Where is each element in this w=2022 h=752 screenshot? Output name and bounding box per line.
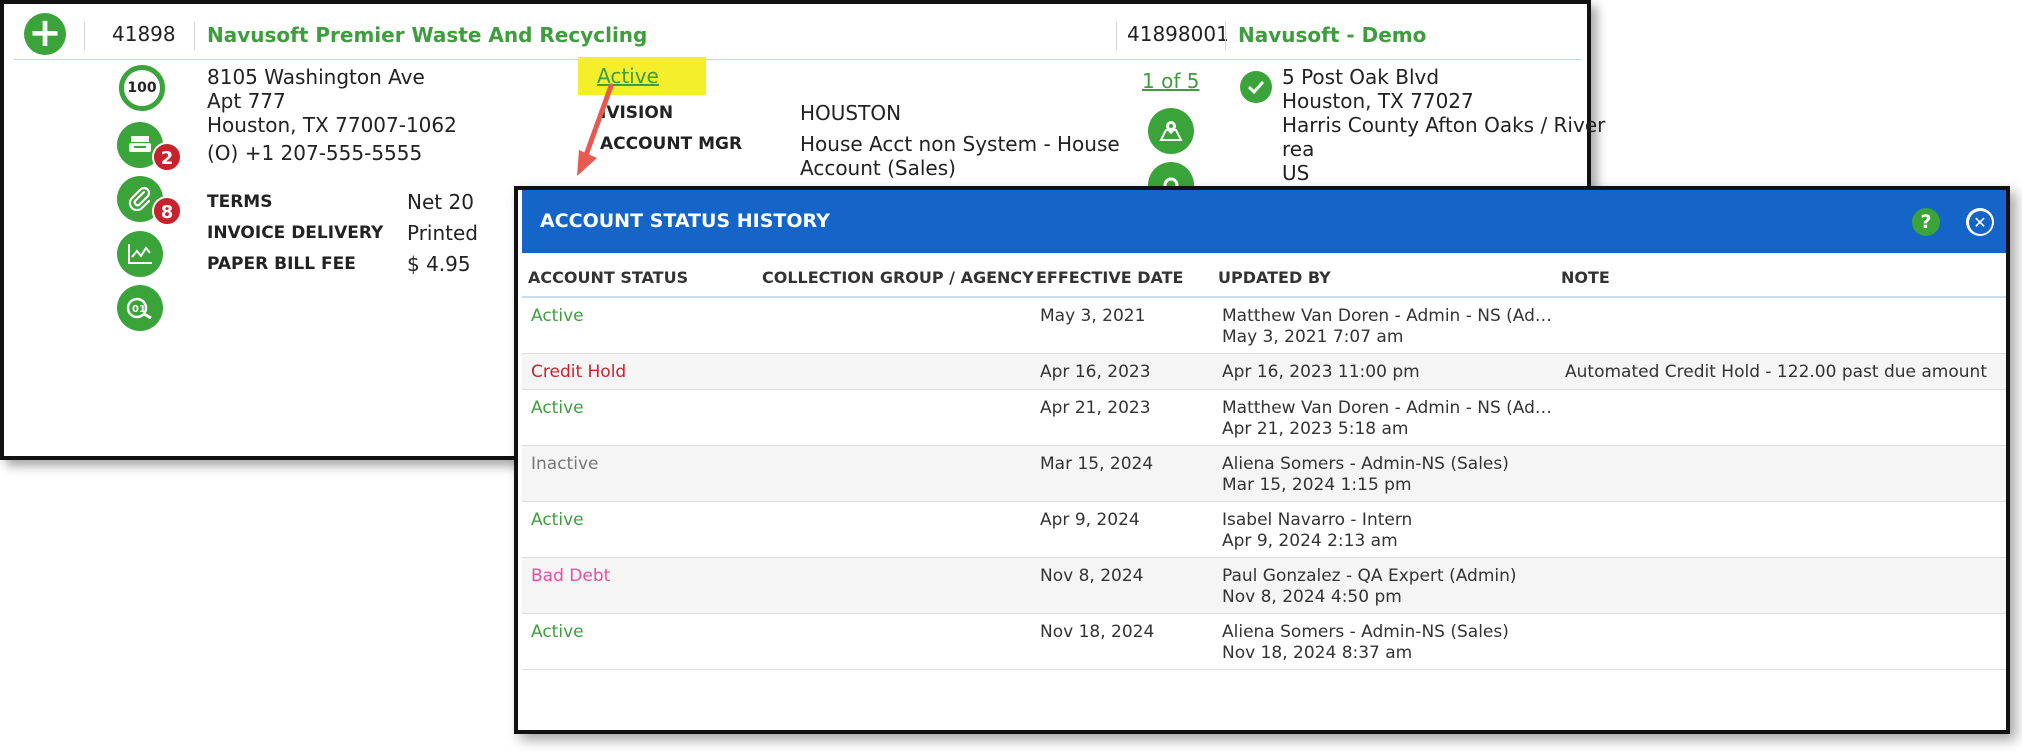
updated-at-cell: Apr 21, 2023 5:18 am [1222,419,1409,439]
check-glyph [1247,80,1265,95]
table-row[interactable]: Active May 3, 2021 Matthew Van Doren - A… [522,298,2006,354]
search-glyph: 01 [126,297,152,320]
account-mgr-label: ACCOUNT MGR [600,134,743,154]
division-value: HOUSTON [800,101,902,125]
column-header-note[interactable]: NOTE [1561,268,1610,287]
header-divider [14,59,1581,60]
table-row[interactable]: Inactive Mar 15, 2024 Aliena Somers - Ad… [522,446,2006,502]
updated-by-cell: Isabel Navarro - Intern [1222,510,1413,530]
dialog-title: ACCOUNT STATUS HISTORY [540,210,830,232]
date-cell: Apr 9, 2024 [1040,510,1140,530]
updated-by-cell: Aliena Somers - Admin-NS (Sales) [1222,454,1509,474]
site-address-line3: Harris County Afton Oaks / River [1282,113,1606,137]
date-cell: May 3, 2021 [1040,306,1146,326]
updated-at-cell: Mar 15, 2024 1:15 pm [1222,475,1412,495]
invoice-delivery-label: INVOICE DELIVERY [207,223,384,243]
map-glyph [1159,121,1183,141]
site-address-line5: US [1282,161,1310,185]
annotation-arrow-icon [577,83,614,176]
table-row[interactable]: Bad Debt Nov 8, 2024 Paul Gonzalez - QA … [522,558,2006,614]
column-header-effective-date[interactable]: EFFECTIVE DATE [1036,268,1183,287]
account-id: 41898 [112,22,176,46]
updated-at-cell: Nov 18, 2024 8:37 am [1222,643,1413,663]
updated-at-cell: May 3, 2021 7:07 am [1222,327,1404,347]
divider [1225,22,1226,50]
dialog-title-bar: ACCOUNT STATUS HISTORY ? ✕ [522,190,2006,253]
table-row[interactable]: Active Apr 9, 2024 Isabel Navarro - Inte… [522,502,2006,558]
divider [84,22,85,50]
address-line1: 8105 Washington Ave [207,65,425,89]
billing-count-badge: 2 [152,142,182,172]
status-cell: Inactive [531,454,599,474]
column-header-updated-by[interactable]: UPDATED BY [1218,268,1331,287]
address-line3: Houston, TX 77007-1062 [207,113,457,137]
attachments-count-badge: 8 [152,196,182,226]
status-cell: Active [531,622,584,642]
map-pin-icon[interactable] [1148,108,1194,154]
paper-bill-fee-value: $ 4.95 [407,252,471,276]
svg-text:01: 01 [132,304,146,315]
close-icon[interactable]: ✕ [1968,210,1992,234]
paper-bill-fee-label: PAPER BILL FEE [207,254,356,274]
terms-value: Net 20 [407,190,474,214]
phone[interactable]: (O) +1 207-555-5555 [207,141,422,165]
status-cell: Active [531,306,584,326]
column-header-status[interactable]: ACCOUNT STATUS [528,268,688,287]
date-cell: Apr 16, 2023 [1040,362,1151,382]
status-cell: Active [531,398,584,418]
date-cell: Mar 15, 2024 [1040,454,1154,474]
status-cell: Bad Debt [531,566,611,586]
chart-icon[interactable] [117,231,163,277]
help-icon[interactable]: ? [1912,208,1940,236]
account-name[interactable]: Navusoft Premier Waste And Recycling [207,23,647,47]
column-header-collection-group[interactable]: COLLECTION GROUP / AGENCY [762,268,1034,287]
table-row[interactable]: Active Apr 21, 2023 Matthew Van Doren - … [522,390,2006,446]
check-circle-icon [1240,71,1272,103]
updated-by-cell: Matthew Van Doren - Admin - NS (Ad… [1222,306,1552,326]
updated-by-cell: Apr 16, 2023 11:00 pm [1222,362,1420,382]
site-id: 41898001 [1127,22,1229,46]
date-cell: Nov 18, 2024 [1040,622,1155,642]
account-mgr-value: House Acct non System - House [800,132,1120,156]
address-line2: Apt 777 [207,89,286,113]
add-icon[interactable]: + [24,13,66,55]
score-ring-icon: 100 [119,65,165,111]
note-cell: Automated Credit Hold - 122.00 past due … [1565,362,1987,382]
divider [194,22,195,50]
status-cell: Credit Hold [531,362,627,382]
site-name[interactable]: Navusoft - Demo [1238,23,1426,47]
table-row[interactable]: Credit Hold Apr 16, 2023 Apr 16, 2023 11… [522,354,2006,390]
chart-glyph [128,244,152,264]
site-address-line2: Houston, TX 77027 [1282,89,1474,113]
account-mgr-value-2: Account (Sales) [800,156,956,180]
updated-at-cell: Nov 8, 2024 4:50 pm [1222,587,1402,607]
updated-at-cell: Apr 9, 2024 2:13 am [1222,531,1398,551]
divider [1116,22,1117,50]
billing-glyph [129,136,151,152]
site-pager[interactable]: 1 of 5 [1142,69,1199,93]
table-row[interactable]: Active Nov 18, 2024 Aliena Somers - Admi… [522,614,2006,670]
date-cell: Apr 21, 2023 [1040,398,1151,418]
updated-by-cell: Paul Gonzalez - QA Expert (Admin) [1222,566,1517,586]
status-history-table: ACCOUNT STATUS COLLECTION GROUP / AGENCY… [522,253,2006,730]
site-address-line1: 5 Post Oak Blvd [1282,65,1440,89]
site-address-line4: rea [1282,137,1315,161]
updated-by-cell: Matthew Van Doren - Admin - NS (Ad… [1222,398,1552,418]
date-cell: Nov 8, 2024 [1040,566,1144,586]
updated-by-cell: Aliena Somers - Admin-NS (Sales) [1222,622,1509,642]
paperclip-glyph [128,186,151,212]
status-cell: Active [531,510,584,530]
account-status-history-dialog: ACCOUNT STATUS HISTORY ? ✕ ACCOUNT STATU… [514,186,2010,734]
close-button[interactable]: ✕ [1966,208,1994,236]
terms-label: TERMS [207,192,273,212]
search-icon[interactable]: 01 [117,285,163,331]
invoice-delivery-value: Printed [407,221,479,245]
